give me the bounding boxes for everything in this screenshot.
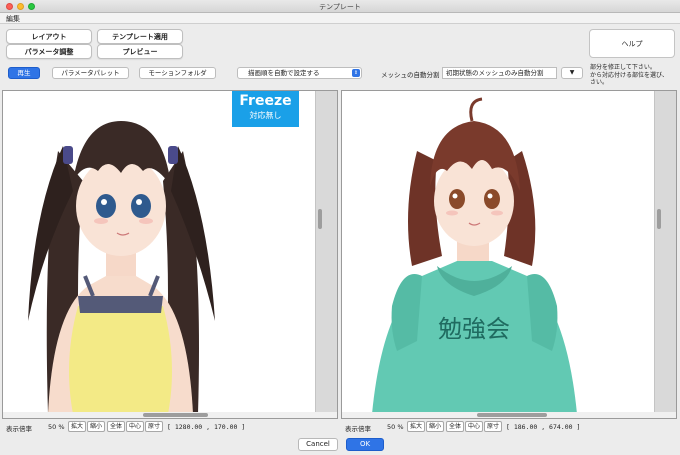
left-horizontal-scrollbar[interactable] [3, 412, 337, 418]
shirt-lettering: 勉強会 [438, 315, 510, 343]
target-character-illustration: 勉強会 [372, 97, 577, 414]
left-vertical-scroll-thumb[interactable] [318, 209, 322, 229]
right-fit-all-button[interactable]: 全体 [446, 421, 464, 432]
right-zoom-out-button[interactable]: 縮小 [426, 421, 444, 432]
mesh-auto-split-label: メッシュの自動分割 [381, 71, 440, 79]
menu-bar: 編集 [0, 13, 680, 24]
left-vertical-scrollbar[interactable] [315, 91, 337, 418]
right-zoom-value: 50 % [387, 423, 404, 431]
window-title: テンプレート [319, 3, 361, 11]
template-apply-button[interactable]: テンプレート適用 [97, 29, 183, 44]
left-center-button[interactable]: 中心 [126, 421, 144, 432]
instruction-line-2: から対応付ける部位を選び、 [590, 71, 669, 79]
help-button[interactable]: ヘルプ [589, 29, 675, 58]
right-center-button[interactable]: 中心 [465, 421, 483, 432]
instruction-text: 部分を修正して下さい。 から対応付ける部位を選び、 さい。 [590, 64, 678, 87]
left-zoom-label: 表示倍率 [6, 425, 32, 433]
param-palette-button[interactable]: パラメータパレット [52, 67, 129, 79]
motion-folder-button[interactable]: モーションフォルダ [139, 67, 216, 79]
left-coordinates: [ 1280.00 , 170.00 ] [167, 423, 246, 431]
right-status-bar: 表示倍率 50 % 拡大 縮小 全体 中心 原寸 [ 186.00 , 674.… [343, 421, 679, 433]
mesh-dropdown-button[interactable]: ▼ [561, 67, 583, 79]
right-horizontal-scrollbar[interactable] [342, 412, 676, 418]
mesh-auto-split-field[interactable]: 初期状態のメッシュのみ自動分割 [442, 67, 557, 79]
left-fit-all-button[interactable]: 全体 [107, 421, 125, 432]
left-zoom-out-button[interactable]: 縮小 [87, 421, 105, 432]
param-adjust-button[interactable]: パラメータ調整 [6, 44, 92, 59]
play-button[interactable]: 再生 [8, 67, 40, 79]
draw-order-select[interactable]: 描画順を自動で設定する ⇕ [237, 67, 362, 79]
right-horizontal-scroll-thumb[interactable] [477, 413, 547, 417]
right-zoom-label: 表示倍率 [345, 425, 371, 433]
ok-button[interactable]: OK [346, 438, 384, 451]
left-horizontal-scroll-thumb[interactable] [143, 413, 208, 417]
draw-order-select-value: 描画順を自動で設定する [248, 69, 320, 77]
template-character-illustration [28, 121, 215, 414]
right-vertical-scroll-thumb[interactable] [657, 209, 661, 229]
preview-button[interactable]: プレビュー [97, 44, 183, 59]
template-canvas[interactable]: Freeze 対応無し [2, 90, 338, 419]
menu-edit[interactable]: 編集 [6, 14, 20, 24]
left-zoom-in-button[interactable]: 拡大 [68, 421, 86, 432]
freeze-badge-title: Freeze [239, 93, 292, 109]
cancel-button[interactable]: Cancel [298, 438, 338, 451]
right-coordinates: [ 186.00 , 674.00 ] [506, 423, 581, 431]
target-canvas[interactable]: 勉強会 [341, 90, 677, 419]
freeze-badge-subtitle: 対応無し [249, 111, 282, 120]
right-actual-size-button[interactable]: 原寸 [484, 421, 502, 432]
layout-button[interactable]: レイアウト [6, 29, 92, 44]
left-status-bar: 表示倍率 50 % 拡大 縮小 全体 中心 原寸 [ 1280.00 , 170… [4, 421, 340, 433]
right-vertical-scrollbar[interactable] [654, 91, 676, 418]
instruction-line-1: 部分を修正して下さい。 [590, 64, 656, 71]
left-actual-size-button[interactable]: 原寸 [145, 421, 163, 432]
freeze-badge: Freeze 対応無し [232, 91, 299, 127]
updown-chevron-icon: ⇕ [352, 69, 360, 77]
right-zoom-in-button[interactable]: 拡大 [407, 421, 425, 432]
chevron-down-icon: ▼ [569, 69, 575, 76]
title-bar: テンプレート [0, 0, 680, 13]
left-zoom-value: 50 % [48, 423, 65, 431]
instruction-line-3: さい。 [590, 79, 609, 86]
